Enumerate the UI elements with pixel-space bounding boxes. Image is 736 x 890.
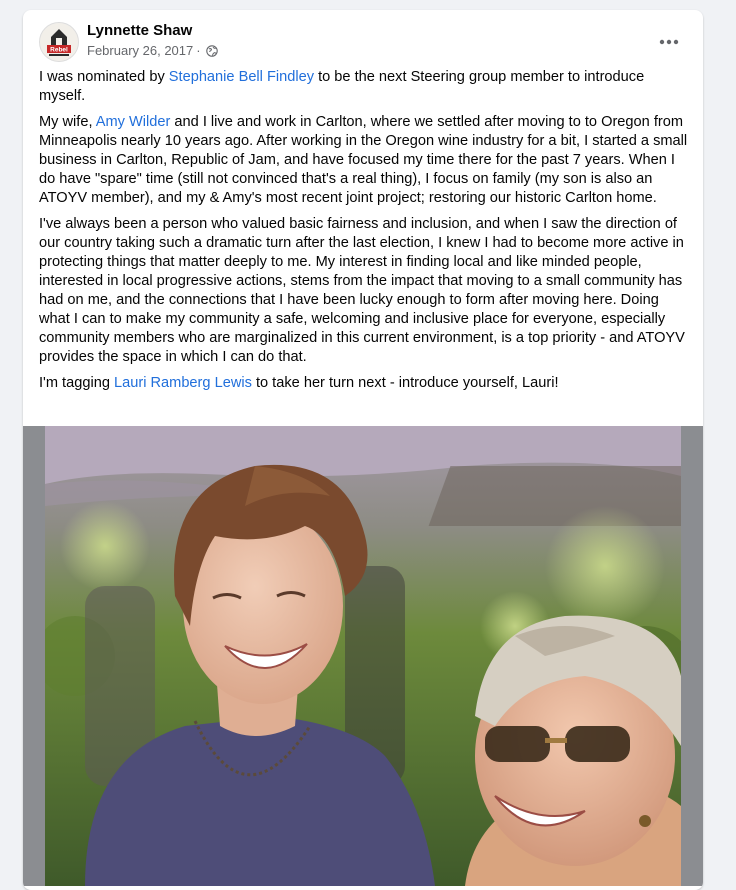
post-date[interactable]: February 26, 2017	[87, 43, 193, 58]
mention-link-stephanie[interactable]: Stephanie Bell Findley	[169, 69, 314, 85]
photo-container[interactable]	[23, 426, 703, 886]
post-meta: February 26, 2017 ·	[87, 43, 218, 58]
post-paragraph-2: My wife, Amy Wilder and I live and work …	[39, 113, 689, 208]
post-photo-illustration	[45, 426, 681, 886]
post-paragraph-1: I was nominated by Stephanie Bell Findle…	[39, 68, 689, 106]
text-fragment: I was nominated by	[39, 69, 169, 85]
text-fragment: My wife,	[39, 114, 96, 130]
avatar-logo-text: Rebel	[50, 47, 68, 54]
text-fragment: I'm tagging	[39, 375, 114, 391]
more-options-button[interactable]	[651, 24, 687, 60]
post-paragraph-4: I'm tagging Lauri Ramberg Lewis to take …	[39, 374, 689, 393]
post-paragraph-3: I've always been a person who valued bas…	[39, 216, 685, 365]
post-body: I was nominated by Stephanie Bell Findle…	[39, 68, 689, 400]
avatar-logo: Rebel	[40, 23, 78, 61]
mention-link-lauri[interactable]: Lauri Ramberg Lewis	[114, 375, 252, 391]
more-horizontal-icon	[659, 39, 679, 45]
two-women-laughing-photo[interactable]	[45, 426, 681, 886]
mention-link-amy[interactable]: Amy Wilder	[96, 114, 171, 130]
globe-icon[interactable]	[205, 44, 218, 57]
meta-separator: ·	[196, 43, 201, 58]
text-fragment: to take her turn next - introduce yourse…	[251, 375, 559, 391]
post-header: Rebel Lynnette Shaw February 26, 2017 ·	[23, 10, 703, 66]
post-card: Rebel Lynnette Shaw February 26, 2017 ·	[23, 10, 703, 890]
author-avatar[interactable]: Rebel	[39, 22, 79, 62]
author-name[interactable]: Lynnette Shaw	[87, 22, 192, 39]
